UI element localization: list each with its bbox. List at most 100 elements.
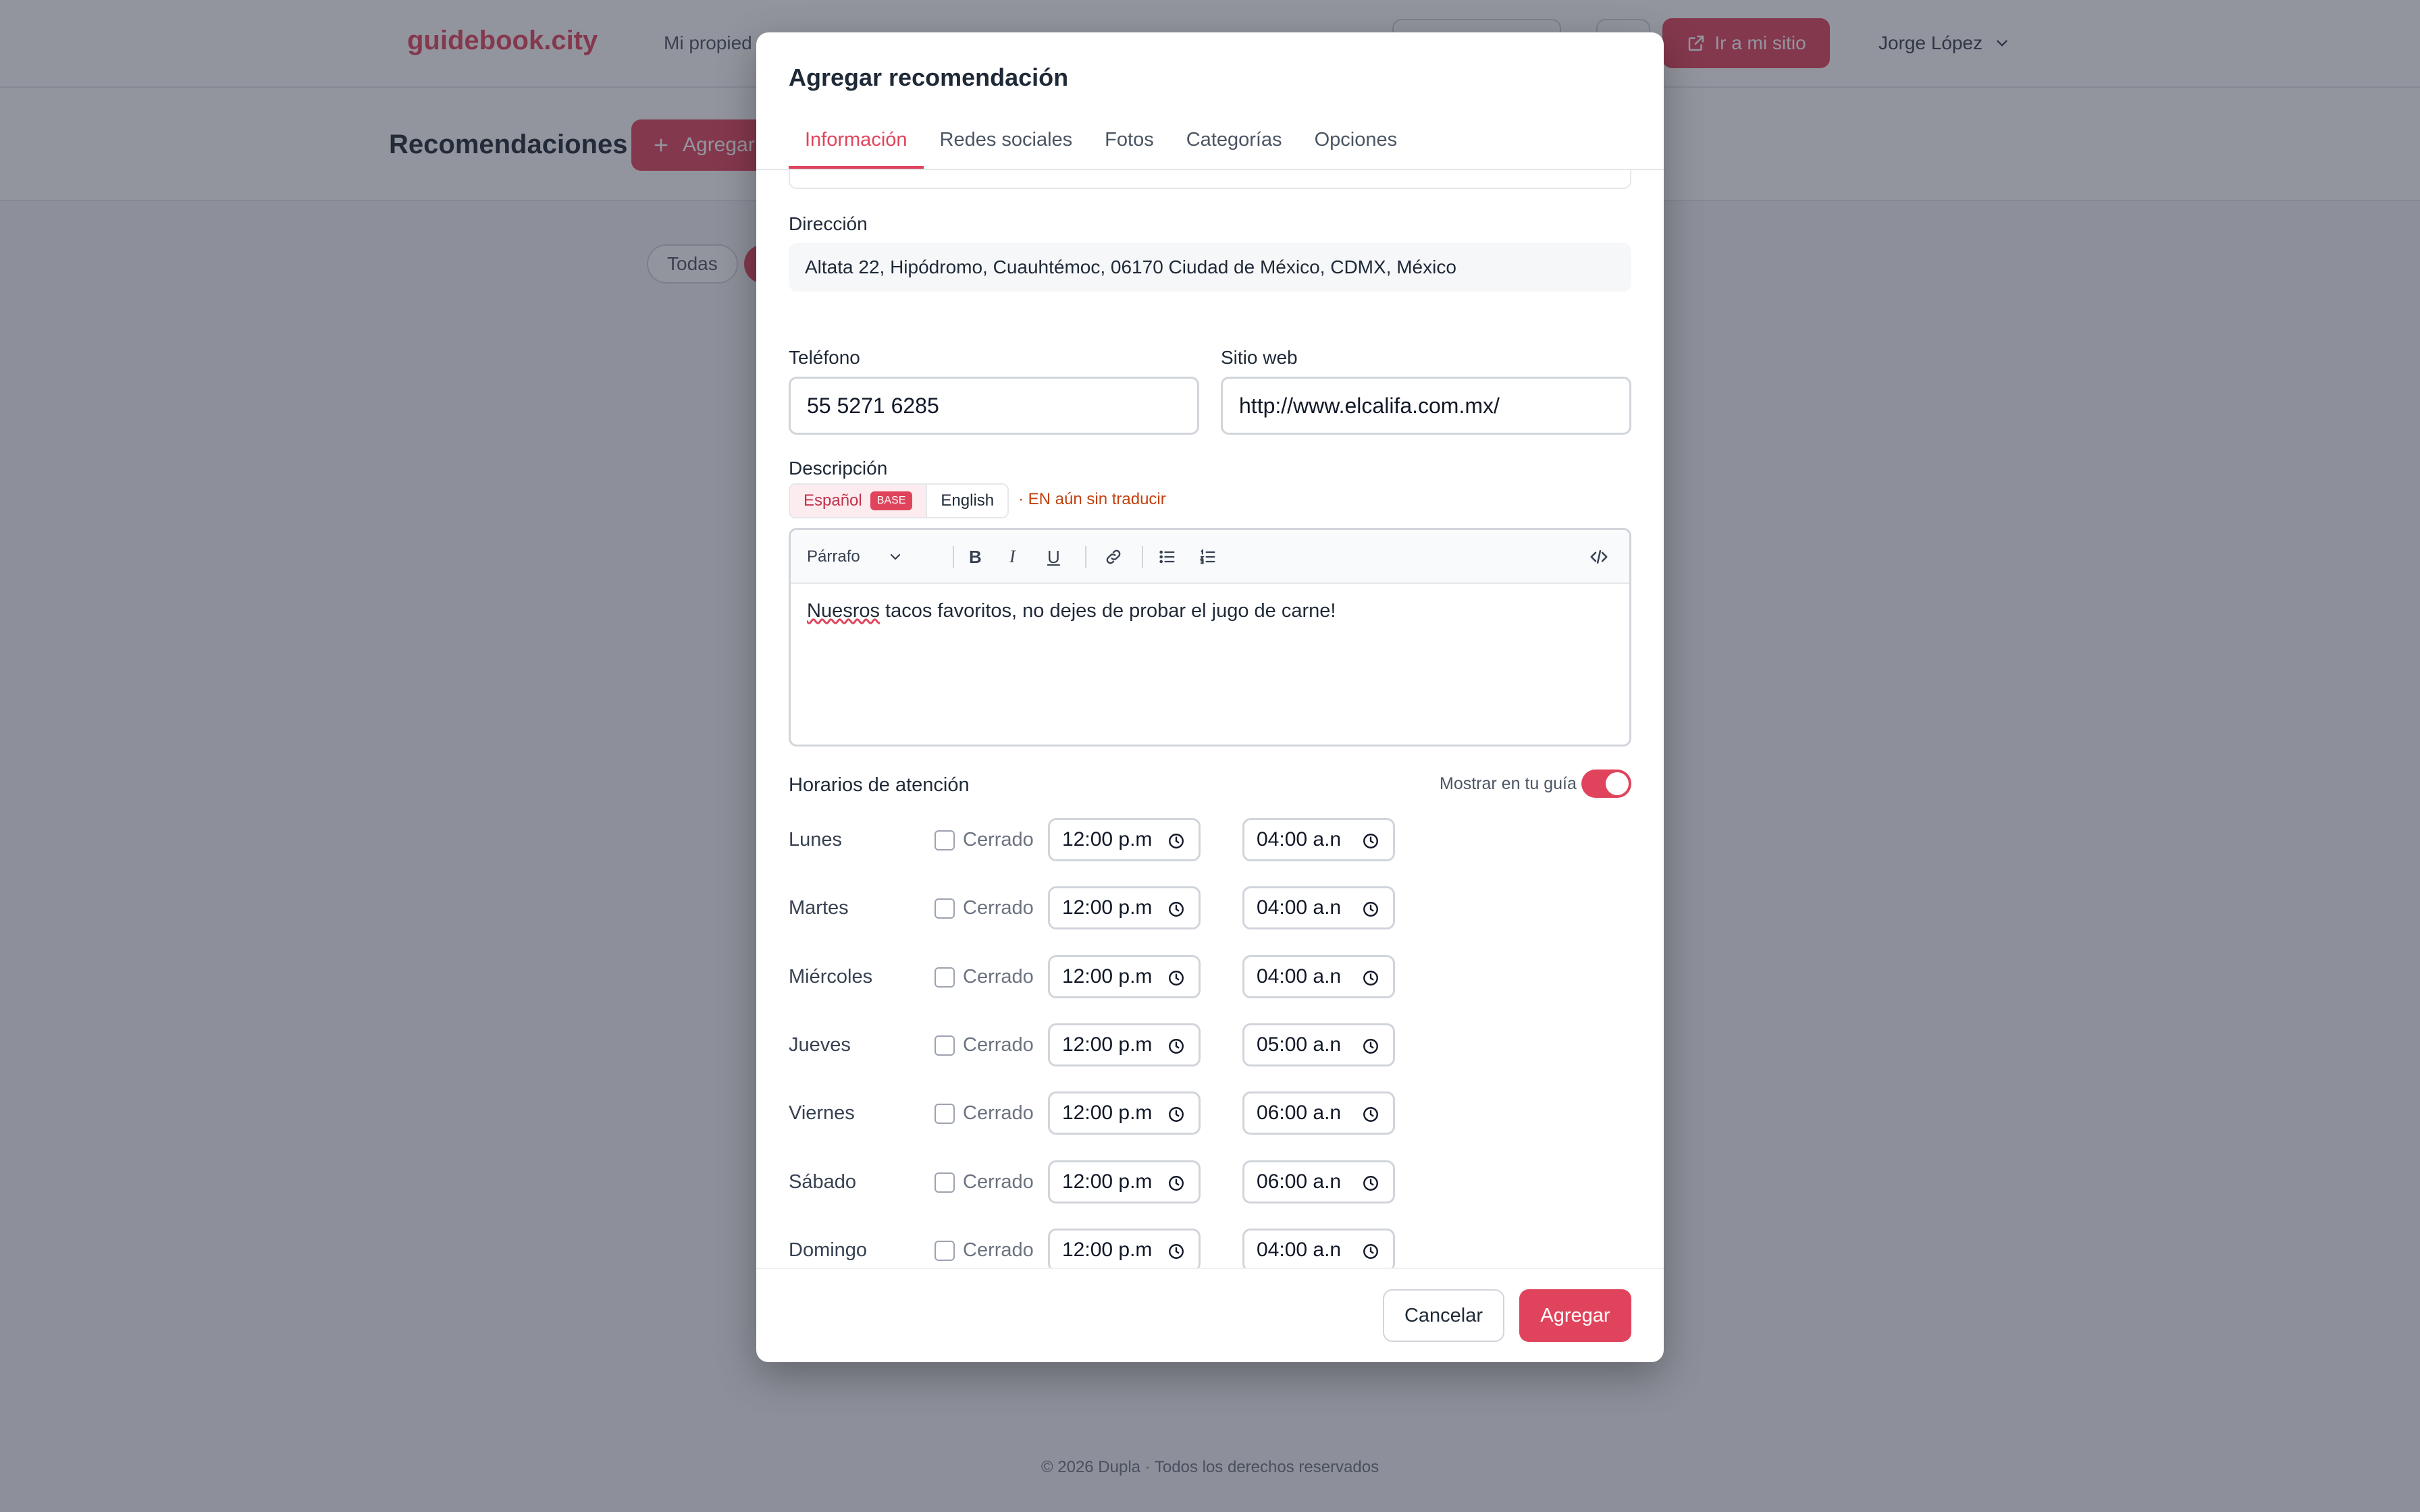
tab-categorias[interactable]: Categorías [1170,127,1298,169]
clock-icon[interactable] [1167,1037,1185,1060]
open-time-input[interactable]: 12:00 p.m [1048,886,1201,930]
numbered-list-icon[interactable] [1199,530,1217,584]
close-time-value: 04:00 a.n [1257,1238,1342,1261]
clock-icon[interactable] [1362,1243,1379,1266]
paragraph-select[interactable]: Párrafo [807,530,903,584]
day-name: Jueves [789,1033,851,1056]
closed-checkbox[interactable] [935,1104,955,1125]
toolbar-separator [1085,546,1086,568]
hours-title: Horarios de atención [789,774,970,796]
day-name: Miércoles [789,965,873,988]
add-recommendation-modal: Agregar recomendación Información Redes … [756,32,1664,1362]
closed-label: Cerrado [963,1033,1034,1056]
modal-body[interactable]: Dirección Altata 22, Hipódromo, Cuauhtém… [756,170,1664,1268]
italic-icon[interactable]: I [1009,530,1016,584]
open-time-input[interactable]: 12:00 p.m [1048,818,1201,861]
editor-text: tacos favoritos, no dejes de probar el j… [880,600,1336,622]
open-time-value: 12:00 p.m [1062,1033,1153,1056]
clock-icon[interactable] [1167,1106,1185,1129]
closed-checkbox[interactable] [935,967,955,988]
website-input[interactable] [1221,377,1631,435]
lang-en-button[interactable]: English [927,485,1008,517]
clock-icon[interactable] [1167,900,1185,923]
close-time-input[interactable]: 06:00 a.n [1242,1091,1395,1135]
underline-icon[interactable]: U [1047,530,1060,584]
tab-redes-sociales[interactable]: Redes sociales [924,127,1089,169]
clock-icon[interactable] [1362,1106,1379,1129]
tab-informacion[interactable]: Información [789,127,924,169]
day-name: Domingo [789,1239,868,1261]
code-view-icon[interactable] [1589,530,1609,584]
closed-label: Cerrado [963,1170,1034,1193]
lang-es-button[interactable]: Español BASE [790,485,928,517]
toolbar-separator [953,546,954,568]
hours-row-4: ViernesCerrado12:00 p.m–06:00 a.n [789,1091,1464,1135]
phone-input[interactable] [789,377,1199,435]
clock-icon[interactable] [1362,900,1379,923]
close-time-input[interactable]: 06:00 a.n [1242,1160,1395,1204]
modal-title: Agregar recomendación [789,63,1069,91]
open-time-input[interactable]: 12:00 p.m [1048,1091,1201,1135]
clock-icon[interactable] [1167,1174,1185,1197]
closed-label: Cerrado [963,1239,1034,1261]
open-time-value: 12:00 p.m [1062,896,1153,919]
open-time-input[interactable]: 12:00 p.m [1048,1228,1201,1268]
cancel-button[interactable]: Cancelar [1383,1289,1504,1342]
closed-checkbox[interactable] [935,1240,955,1261]
clock-icon[interactable] [1167,1243,1185,1266]
closed-checkbox[interactable] [935,1172,955,1193]
base-badge: BASE [870,491,913,510]
clock-icon[interactable] [1362,1037,1379,1060]
closed-checkbox[interactable] [935,830,955,850]
tab-fotos[interactable]: Fotos [1088,127,1170,169]
open-time-input[interactable]: 12:00 p.m [1048,954,1201,998]
clock-icon[interactable] [1362,969,1379,992]
paragraph-select-label: Párrafo [807,547,860,566]
hours-row-2: MiércolesCerrado12:00 p.m–04:00 a.n [789,954,1464,998]
address-field[interactable]: Altata 22, Hipódromo, Cuauhtémoc, 06170 … [789,243,1631,292]
phone-label: Teléfono [789,347,860,368]
closed-label: Cerrado [963,829,1034,850]
description-editor[interactable]: Párrafo B I U Nuesros tacos favoritos, n… [789,528,1631,747]
close-time-input[interactable]: 04:00 a.n [1242,1228,1395,1268]
hours-row-5: SábadoCerrado12:00 p.m–06:00 a.n [789,1160,1464,1204]
closed-checkbox[interactable] [935,898,955,919]
tab-opciones[interactable]: Opciones [1298,127,1414,169]
hours-row-3: JuevesCerrado12:00 p.m–05:00 a.n [789,1023,1464,1066]
close-time-input[interactable]: 04:00 a.n [1242,818,1395,861]
name-input-partial[interactable] [789,170,1631,189]
language-switcher: Español BASE English [789,483,1009,518]
close-time-input[interactable]: 04:00 a.n [1242,954,1395,998]
closed-label: Cerrado [963,1102,1034,1125]
hours-row-6: DomingoCerrado12:00 p.m–04:00 a.n [789,1228,1464,1268]
toggle-knob [1606,772,1629,795]
footer-divider [756,1268,1664,1269]
clock-icon[interactable] [1362,832,1379,855]
description-label: Descripción [789,458,888,479]
close-time-value: 04:00 a.n [1257,828,1342,850]
clock-icon[interactable] [1362,1174,1379,1197]
open-time-value: 12:00 p.m [1062,1102,1153,1125]
bold-icon[interactable]: B [969,530,982,584]
open-time-value: 12:00 p.m [1062,965,1153,988]
link-icon[interactable] [1104,530,1123,584]
bullet-list-icon[interactable] [1158,530,1177,584]
close-time-input[interactable]: 05:00 a.n [1242,1023,1395,1066]
open-time-value: 12:00 p.m [1062,1170,1153,1193]
closed-checkbox[interactable] [935,1035,955,1056]
show-in-guide-toggle[interactable] [1581,770,1631,798]
clock-icon[interactable] [1167,832,1185,855]
show-in-guide-label: Mostrar en tu guía [1440,774,1577,793]
open-time-value: 12:00 p.m [1062,828,1153,850]
close-time-value: 06:00 a.n [1257,1170,1342,1193]
clock-icon[interactable] [1167,969,1185,992]
close-time-value: 04:00 a.n [1257,965,1342,988]
open-time-input[interactable]: 12:00 p.m [1048,1160,1201,1204]
close-time-input[interactable]: 04:00 a.n [1242,886,1395,930]
submit-button[interactable]: Agregar [1519,1289,1631,1342]
editor-content[interactable]: Nuesros tacos favoritos, no dejes de pro… [807,600,1336,622]
hours-row-0: LunesCerrado12:00 p.m–04:00 a.n [789,818,1464,861]
day-name: Viernes [789,1102,855,1125]
open-time-input[interactable]: 12:00 p.m [1048,1023,1201,1066]
untranslated-note: · EN aún sin traducir [1018,490,1166,508]
